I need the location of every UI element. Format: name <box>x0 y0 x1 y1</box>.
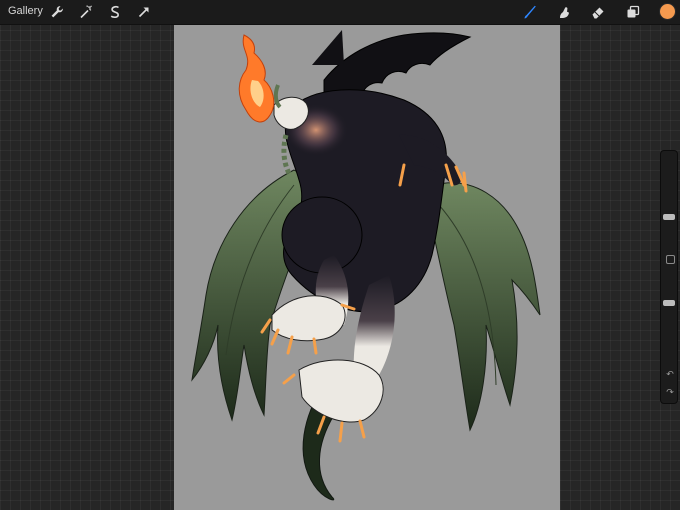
opacity-slider[interactable] <box>661 271 679 361</box>
brush-icon[interactable] <box>522 4 538 20</box>
smudge-icon[interactable] <box>556 4 572 20</box>
modify-button[interactable] <box>666 255 675 264</box>
wrench-icon[interactable] <box>49 4 65 20</box>
selection-icon[interactable] <box>107 4 123 20</box>
brush-sidebar: ↶ ↷ <box>660 150 678 404</box>
magic-wand-icon[interactable] <box>78 4 94 20</box>
dragon-artwork <box>191 30 541 501</box>
brush-size-handle[interactable] <box>663 213 675 220</box>
undo-icon[interactable]: ↶ <box>664 369 676 381</box>
color-picker-button[interactable] <box>659 3 676 20</box>
redo-icon[interactable]: ↷ <box>664 387 676 399</box>
eraser-icon[interactable] <box>590 4 606 20</box>
brush-size-slider[interactable] <box>661 155 679 245</box>
drawing-canvas[interactable] <box>174 25 560 510</box>
top-toolbar: Gallery <box>0 0 680 25</box>
opacity-handle[interactable] <box>663 300 675 307</box>
gallery-button[interactable]: Gallery <box>8 5 43 17</box>
transform-arrow-icon[interactable] <box>136 4 152 20</box>
layers-icon[interactable] <box>625 4 641 20</box>
